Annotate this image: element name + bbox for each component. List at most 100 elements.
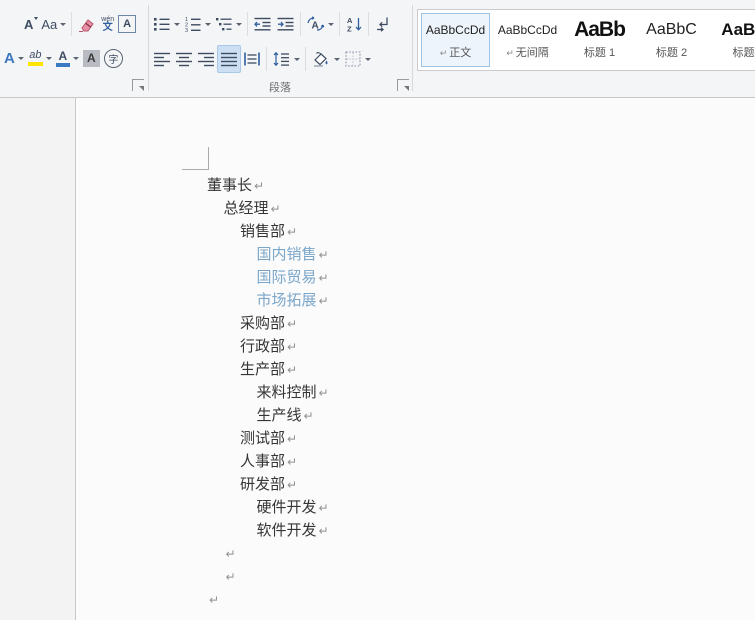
pilcrow-mark-icon: ↵ xyxy=(287,225,297,239)
shading-button[interactable] xyxy=(309,46,342,72)
doc-line[interactable]: 软件开发↵ xyxy=(0,519,755,542)
font-color-icon: A xyxy=(56,50,70,67)
align-right-button[interactable] xyxy=(195,46,217,72)
separator xyxy=(339,12,340,36)
sort-button[interactable]: A Z xyxy=(343,11,365,37)
shrink-font-button[interactable]: A xyxy=(22,11,39,37)
justify-button[interactable] xyxy=(217,45,241,73)
decrease-indent-icon xyxy=(253,15,272,33)
highlight-color-button[interactable]: ab xyxy=(26,45,54,71)
doc-line-text: 市场拓展 xyxy=(257,291,317,309)
asian-layout-button[interactable]: A xyxy=(304,11,336,37)
doc-line[interactable]: 生产线↵ xyxy=(0,404,755,427)
pilcrow-mark-icon: ↵ xyxy=(287,432,297,446)
multilevel-list-button[interactable] xyxy=(213,11,244,37)
doc-line[interactable]: 来料控制↵ xyxy=(0,381,755,404)
doc-line[interactable]: 硬件开发↵ xyxy=(0,496,755,519)
doc-line[interactable]: 国内销售↵ xyxy=(0,243,755,266)
doc-line[interactable]: 采购部↵ xyxy=(0,312,755,335)
style-sample-text: AaBbCcDd xyxy=(422,20,489,40)
paragraph-dialog-launcher[interactable] xyxy=(397,79,409,91)
clear-formatting-button[interactable] xyxy=(75,11,99,37)
font-dialog-launcher[interactable] xyxy=(132,79,144,91)
enclose-characters-button[interactable]: 字 xyxy=(102,45,125,71)
text-effects-button[interactable]: A xyxy=(2,45,26,71)
page-margin-corner-mark xyxy=(182,147,209,170)
multilevel-list-icon xyxy=(215,15,233,33)
doc-line[interactable]: 人事部↵ xyxy=(0,450,755,473)
multilevel-caret-icon xyxy=(236,23,242,26)
pilcrow-mark-icon: ↵ xyxy=(226,570,236,584)
pilcrow-mark-icon: ↵ xyxy=(319,271,329,285)
change-case-caret-icon xyxy=(60,23,66,26)
doc-line[interactable]: 销售部↵ xyxy=(0,220,755,243)
pilcrow-mark-icon: ↵ xyxy=(271,202,281,216)
document-canvas[interactable]: 董事长↵总经理↵销售部↵国内销售↵国际贸易↵市场拓展↵采购部↵行政部↵生产部↵来… xyxy=(0,98,755,620)
svg-text:Z: Z xyxy=(347,25,352,34)
style-sample-text: AaBbC xyxy=(637,20,706,40)
doc-line[interactable]: 测试部↵ xyxy=(0,427,755,450)
borders-button[interactable] xyxy=(342,46,373,72)
character-border-icon: A xyxy=(118,15,136,33)
character-shading-button[interactable]: A xyxy=(81,45,102,71)
pilcrow-mark-icon: ↵ xyxy=(319,248,329,262)
numbering-icon: 1 2 3 xyxy=(184,15,202,33)
style-name: ↵正文 xyxy=(422,44,489,60)
style-sample-text: AaBbCcDd xyxy=(493,20,562,40)
line-spacing-icon xyxy=(272,50,291,68)
phonetic-guide-button[interactable]: wén 文 xyxy=(99,11,116,37)
align-center-button[interactable] xyxy=(173,46,195,72)
ribbon: A Aa wén 文 A A xyxy=(0,0,755,98)
pilcrow-mark-icon: ↵ xyxy=(319,524,329,538)
separator xyxy=(266,47,267,71)
style-name: 标题 xyxy=(709,44,755,60)
increase-indent-button[interactable] xyxy=(274,11,297,37)
text-effects-icon: A xyxy=(4,51,15,66)
doc-line[interactable]: 国际贸易↵ xyxy=(0,266,755,289)
change-case-button[interactable]: Aa xyxy=(39,11,68,37)
phonetic-guide-icon: wén 文 xyxy=(101,16,114,33)
linked-style-mark-icon: ↵ xyxy=(506,48,514,58)
doc-line[interactable]: ↵ xyxy=(0,565,755,588)
doc-line-text: 生产部 xyxy=(240,360,285,378)
character-border-button[interactable]: A xyxy=(116,11,138,37)
style-item-1[interactable]: AaBbCcDd ↵正文 xyxy=(421,13,490,67)
linked-style-mark-icon: ↵ xyxy=(440,48,448,58)
show-hide-marks-button[interactable] xyxy=(372,11,394,37)
style-item-4[interactable]: AaBbC标题 2 xyxy=(637,13,706,67)
highlight-icon: ab xyxy=(28,50,43,66)
increase-indent-icon xyxy=(276,15,295,33)
style-item-5[interactable]: AaBb 标题 xyxy=(709,13,755,67)
doc-line[interactable]: 生产部↵ xyxy=(0,358,755,381)
doc-line[interactable]: ↵ xyxy=(0,588,755,611)
style-item-2[interactable]: AaBbCcDd↵无间隔 xyxy=(493,13,562,67)
pilcrow-mark-icon: ↵ xyxy=(209,593,219,607)
text-effects-caret-icon xyxy=(18,57,24,60)
svg-text:3: 3 xyxy=(185,28,188,33)
line-spacing-button[interactable] xyxy=(270,46,302,72)
font-group-row1: A Aa wén 文 A xyxy=(22,11,138,37)
doc-line-text: 研发部 xyxy=(240,475,285,493)
doc-line[interactable]: 董事长↵ xyxy=(0,174,755,197)
paint-bucket-icon xyxy=(311,50,331,68)
bullets-button[interactable] xyxy=(151,11,182,37)
style-item-3[interactable]: AaBb标题 1 xyxy=(565,13,634,67)
numbering-button[interactable]: 1 2 3 xyxy=(182,11,213,37)
distribute-button[interactable] xyxy=(241,46,263,72)
style-sample-text: AaBb xyxy=(709,20,755,40)
style-sample-text: AaBb xyxy=(565,20,634,40)
decrease-indent-button[interactable] xyxy=(251,11,274,37)
doc-line[interactable]: 总经理↵ xyxy=(0,197,755,220)
doc-line-text: 生产线 xyxy=(257,406,302,424)
doc-line[interactable]: ↵ xyxy=(0,542,755,565)
align-left-button[interactable] xyxy=(151,46,173,72)
doc-line[interactable]: 研发部↵ xyxy=(0,473,755,496)
doc-line[interactable]: 市场拓展↵ xyxy=(0,289,755,312)
doc-line[interactable]: 行政部↵ xyxy=(0,335,755,358)
font-color-caret-icon xyxy=(73,57,79,60)
word-window: { "ribbon": { "font_group": { "icons": {… xyxy=(0,0,755,620)
paragraph-mark-icon xyxy=(374,15,392,33)
group-separator xyxy=(412,5,413,91)
pilcrow-mark-icon: ↵ xyxy=(319,294,329,308)
font-color-button[interactable]: A xyxy=(54,45,81,71)
